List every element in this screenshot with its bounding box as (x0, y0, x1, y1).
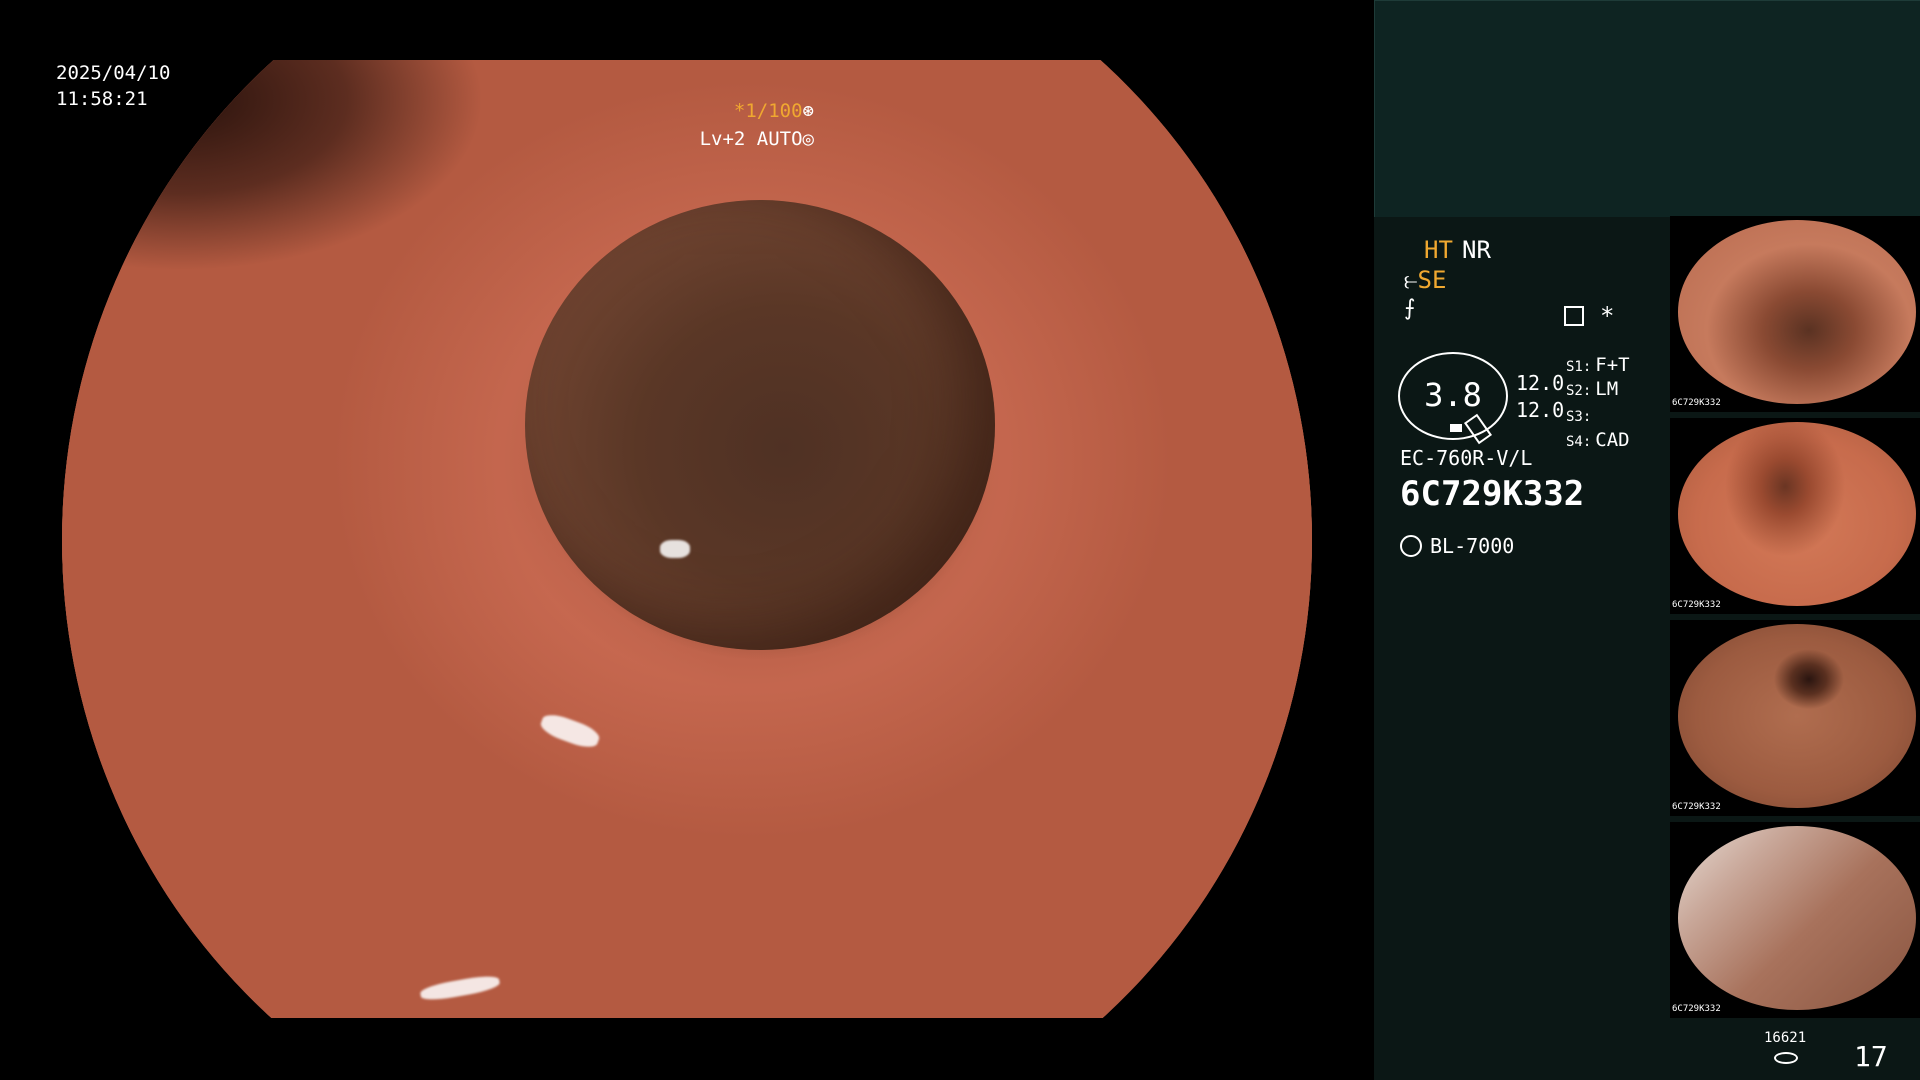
switch-s1: S1: F+T (1566, 354, 1630, 376)
switch-value: LM (1595, 378, 1619, 400)
menu-icon (1564, 306, 1584, 326)
switch-key: S3: (1566, 409, 1592, 425)
scope-model: EC-760R-V/L (1400, 446, 1533, 470)
date-label: 2025/04/10 (56, 62, 171, 84)
zoom-value: 3.8 (1424, 376, 1482, 414)
se-icon: ⥼ (1404, 266, 1418, 294)
switch-s2: S2: LM (1566, 378, 1618, 400)
value-1: 12.0 (1516, 371, 1565, 395)
switch-key: S2: (1566, 383, 1592, 399)
iris-mode-value: Lv+2 AUTO (699, 128, 803, 150)
thumbnail[interactable]: 6C729K332 (1670, 418, 1920, 614)
switch-s4: S4: CAD (1566, 429, 1630, 451)
switch-key: S1: (1566, 359, 1592, 375)
se-indicator: SE (1417, 266, 1447, 294)
endoscope-live-view: 2025/04/10 11:58:21 *1/100⊛ Lv+2 AUTO◎ (0, 0, 1374, 1080)
function-icon: ⨍ (1404, 296, 1416, 321)
light-source-name: BL-7000 (1430, 534, 1515, 558)
se-row: ⥼SE (1404, 266, 1446, 294)
ht-indicator: HT (1424, 236, 1453, 264)
endoscopy-screen: 2025/04/10 11:58:21 *1/100⊛ Lv+2 AUTO◎ H… (0, 0, 1920, 1080)
switch-value: F+T (1595, 354, 1630, 376)
thumbnail-list: 6C729K332 6C729K332 6C729K332 6C729K332 (1670, 216, 1920, 1024)
thumbnail-image (1678, 422, 1916, 606)
shutter-speed: *1/100⊛ (734, 100, 814, 122)
switch-s3: S3: (1566, 404, 1595, 426)
nr-indicator: NR (1462, 236, 1491, 264)
thumbnail-image (1678, 624, 1916, 808)
pen-icon (1463, 413, 1493, 445)
time-label: 11:58:21 (56, 88, 148, 110)
lumen (525, 200, 995, 650)
thumbnail-serial: 6C729K332 (1672, 802, 1721, 812)
top-panel (1374, 0, 1920, 217)
page-number: 17 (1854, 1040, 1888, 1073)
iris-icon: ◎ (802, 128, 814, 150)
switch-value: CAD (1595, 429, 1630, 451)
scope-serial: 6C729K332 (1400, 474, 1585, 514)
image-count: 16621 (1764, 1030, 1807, 1046)
shutter-icon: ⊛ (802, 100, 814, 122)
database-icon (1774, 1052, 1798, 1064)
zoom-marker-icon (1450, 424, 1462, 432)
thumbnail[interactable]: 6C729K332 (1670, 216, 1920, 412)
thumbnail-image (1678, 220, 1916, 404)
light-source: BL-7000 (1400, 534, 1514, 558)
thumbnail-image (1678, 826, 1916, 1010)
shutter-speed-value: *1/100 (733, 100, 803, 122)
light-source-icon (1400, 535, 1422, 557)
specular-highlight (660, 540, 690, 558)
thumbnail[interactable]: 6C729K332 (1670, 620, 1920, 816)
switch-key: S4: (1566, 434, 1592, 450)
star-icon: * (1600, 302, 1615, 330)
value-2: 12.0 (1516, 398, 1565, 422)
thumbnail[interactable]: 6C729K332 (1670, 822, 1920, 1018)
thumbnail-serial: 6C729K332 (1672, 600, 1721, 610)
zoom-badge: 3.8 (1398, 352, 1508, 445)
thumbnail-serial: 6C729K332 (1672, 398, 1721, 408)
right-panel: HT NR ⥼SE ⨍ * 3.8 12.0 12.0 S1: F+T S2: LM (1374, 0, 1920, 1080)
iris-mode: Lv+2 AUTO◎ (700, 128, 814, 150)
info-panel: HT NR ⥼SE ⨍ * 3.8 12.0 12.0 S1: F+T S2: LM (1374, 216, 1670, 1080)
thumbnail-serial: 6C729K332 (1672, 1004, 1721, 1014)
